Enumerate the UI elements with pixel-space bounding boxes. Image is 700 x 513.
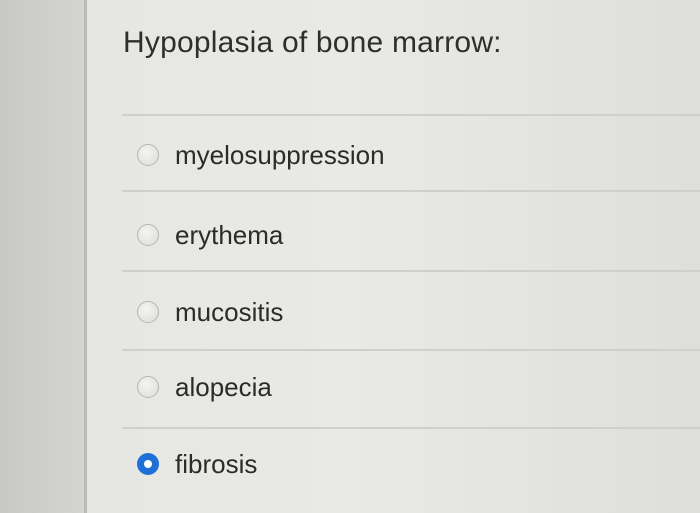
quiz-screen: Hypoplasia of bone marrow: myelosuppress… [0, 0, 700, 513]
left-margin [0, 0, 84, 513]
option-label: myelosuppression [175, 139, 385, 170]
option-label: fibrosis [175, 448, 258, 479]
radio-button-selected[interactable] [137, 453, 159, 475]
divider [122, 270, 700, 272]
option-myelosuppression[interactable]: myelosuppression [137, 137, 385, 173]
option-label: erythema [175, 219, 284, 250]
left-border [84, 0, 87, 513]
question-text: Hypoplasia of bone marrow: [123, 26, 502, 59]
radio-button[interactable] [137, 301, 159, 323]
divider [122, 427, 700, 429]
radio-button[interactable] [137, 144, 159, 166]
option-fibrosis[interactable]: fibrosis [137, 446, 257, 482]
option-alopecia[interactable]: alopecia [137, 369, 272, 405]
radio-button[interactable] [137, 376, 159, 398]
option-label: mucositis [175, 296, 284, 327]
option-erythema[interactable]: erythema [137, 217, 283, 253]
option-mucositis[interactable]: mucositis [137, 294, 283, 330]
option-label: alopecia [175, 371, 272, 402]
divider [122, 349, 700, 351]
divider [122, 190, 700, 192]
divider [122, 114, 700, 116]
radio-button[interactable] [137, 224, 159, 246]
